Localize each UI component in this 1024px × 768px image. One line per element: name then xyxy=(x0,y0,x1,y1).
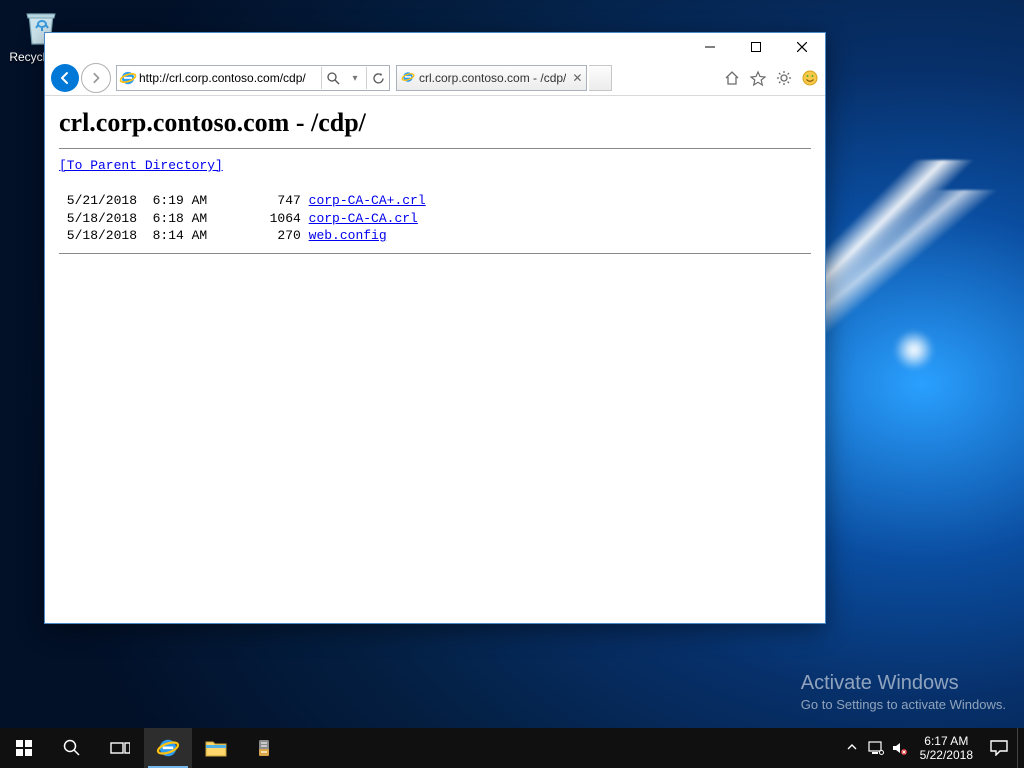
titlebar[interactable] xyxy=(45,33,825,61)
activate-subtitle: Go to Settings to activate Windows. xyxy=(801,697,1006,712)
task-view-button[interactable] xyxy=(96,728,144,768)
search-icon[interactable] xyxy=(322,67,344,89)
forward-button[interactable] xyxy=(81,63,111,93)
taskbar-clock[interactable]: 6:17 AM 5/22/2018 xyxy=(912,734,981,763)
activate-windows-watermark: Activate Windows Go to Settings to activ… xyxy=(801,672,1006,712)
new-tab-button[interactable] xyxy=(589,65,612,91)
ie-window: ▾ crl.corp.contoso.com - /cdp/ ✕ crl.cor xyxy=(44,32,826,624)
file-link[interactable]: web.config xyxy=(309,228,387,243)
tray-chevron-icon[interactable] xyxy=(840,728,864,768)
show-desktop-button[interactable] xyxy=(1017,728,1024,768)
file-link[interactable]: corp-CA-CA.crl xyxy=(309,211,418,226)
smiley-icon[interactable] xyxy=(801,69,819,87)
browser-tab[interactable]: crl.corp.contoso.com - /cdp/ ✕ xyxy=(396,65,587,91)
volume-icon[interactable] xyxy=(888,728,912,768)
page-heading: crl.corp.contoso.com - /cdp/ xyxy=(59,108,811,138)
system-tray: 6:17 AM 5/22/2018 xyxy=(840,728,1024,768)
ie-logo-icon xyxy=(401,70,415,87)
tools-icon[interactable] xyxy=(775,69,793,87)
url-input[interactable] xyxy=(139,68,321,88)
back-button[interactable] xyxy=(51,64,79,92)
minimize-button[interactable] xyxy=(687,33,733,61)
desktop[interactable]: Recycle Bin ▾ xyxy=(0,0,1024,768)
action-center-button[interactable] xyxy=(981,728,1017,768)
file-link[interactable]: corp-CA-CA+.crl xyxy=(309,193,426,208)
ie-toolbar: ▾ crl.corp.contoso.com - /cdp/ ✕ xyxy=(45,61,825,96)
page-content: crl.corp.contoso.com - /cdp/ [To Parent … xyxy=(45,96,825,270)
activate-title: Activate Windows xyxy=(801,672,1006,695)
directory-listing: [To Parent Directory] 5/21/2018 6:19 AM … xyxy=(59,157,811,245)
taskbar-explorer-button[interactable] xyxy=(192,728,240,768)
search-button[interactable] xyxy=(48,728,96,768)
favorites-icon[interactable] xyxy=(749,69,767,87)
network-icon[interactable] xyxy=(864,728,888,768)
refresh-button[interactable] xyxy=(367,67,389,89)
ie-logo-icon xyxy=(117,69,139,87)
parent-directory-link[interactable]: [To Parent Directory] xyxy=(59,158,223,173)
taskbar-server-manager-button[interactable] xyxy=(240,728,288,768)
address-bar[interactable]: ▾ xyxy=(116,65,390,91)
tab-title: crl.corp.contoso.com - /cdp/ xyxy=(419,71,566,85)
taskbar-ie-button[interactable] xyxy=(144,728,192,768)
search-dropdown-icon[interactable]: ▾ xyxy=(344,67,366,89)
close-button[interactable] xyxy=(779,33,825,61)
wallpaper-decor xyxy=(894,330,934,370)
toolbar-right xyxy=(723,69,819,87)
start-button[interactable] xyxy=(0,728,48,768)
clock-time: 6:17 AM xyxy=(920,734,973,748)
home-icon[interactable] xyxy=(723,69,741,87)
divider xyxy=(59,148,811,149)
tab-close-icon[interactable]: ✕ xyxy=(572,71,582,85)
maximize-button[interactable] xyxy=(733,33,779,61)
divider xyxy=(59,253,811,254)
clock-date: 5/22/2018 xyxy=(920,748,973,762)
taskbar: 6:17 AM 5/22/2018 xyxy=(0,728,1024,768)
